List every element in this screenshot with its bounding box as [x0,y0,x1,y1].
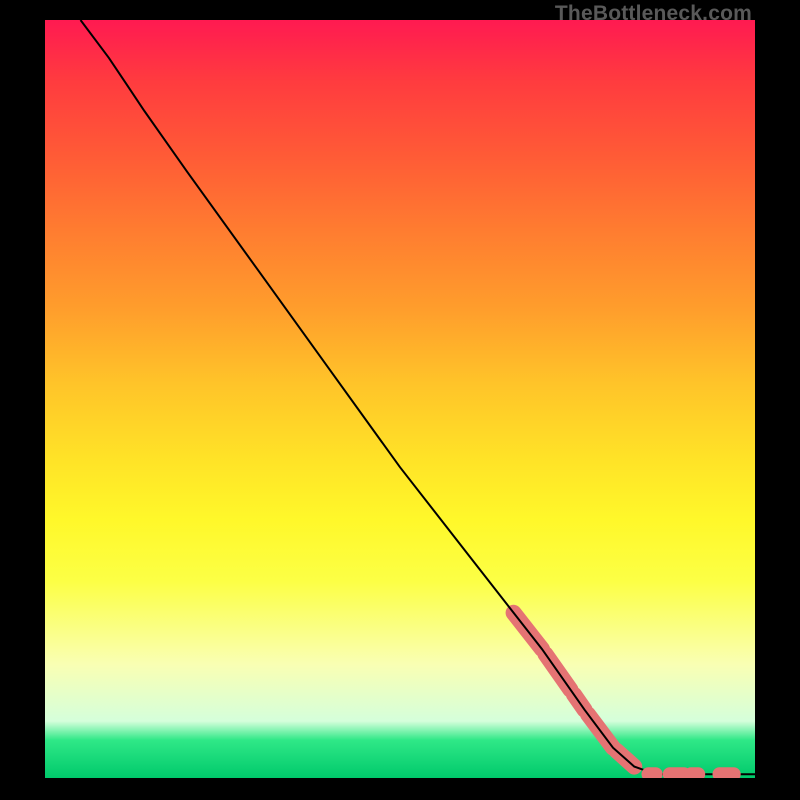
plot-area [45,20,755,778]
chart-container: TheBottleneck.com [0,0,800,800]
main-curve [81,20,756,774]
chart-svg [45,20,755,778]
